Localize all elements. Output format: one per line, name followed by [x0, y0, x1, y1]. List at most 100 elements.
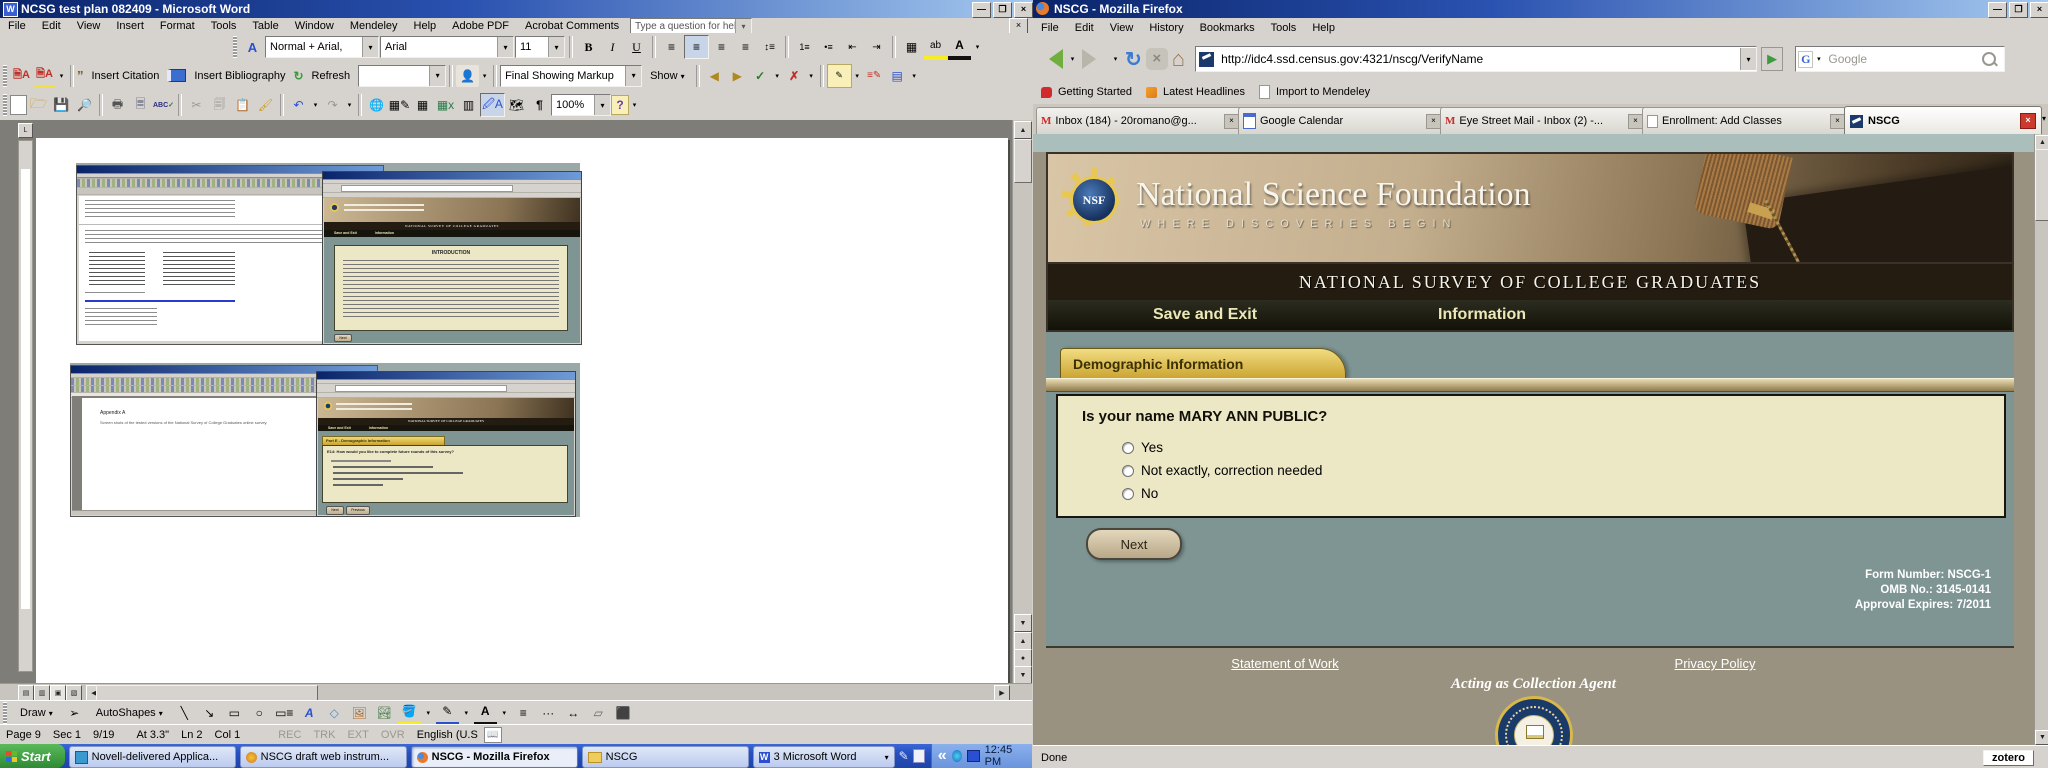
clip-art-button[interactable]: 🖼: [348, 702, 371, 724]
address-dropdown-icon[interactable]: ▾: [1740, 48, 1756, 70]
go-button[interactable]: ▶: [1761, 47, 1783, 71]
line-spacing-button[interactable]: ↕≡: [758, 36, 781, 58]
reject-dropdown-icon[interactable]: ▾: [806, 65, 817, 87]
taskbar-item-nscg-draft[interactable]: NSCG draft web instrum...: [240, 746, 407, 768]
zoom-combo[interactable]: 100%▾: [551, 94, 611, 116]
convert-to-pdf-icon[interactable]: 🗎A: [10, 65, 33, 87]
threed-style-button[interactable]: ⬛: [612, 702, 635, 724]
search-magnifier-icon[interactable]: [1982, 52, 1996, 66]
option-label[interactable]: No: [1141, 486, 1158, 501]
ff-menu-history[interactable]: History: [1141, 21, 1191, 35]
text-box-button[interactable]: ▭≡: [273, 702, 296, 724]
pane-dropdown-icon[interactable]: ▾: [909, 65, 920, 87]
statement-of-work-link[interactable]: Statement of Work: [1195, 656, 1375, 671]
redo-button[interactable]: ↷: [321, 94, 344, 116]
font-color-button[interactable]: A: [948, 34, 971, 60]
status-rec[interactable]: REC: [272, 727, 307, 743]
radio-no[interactable]: [1122, 488, 1134, 500]
wordart-button[interactable]: A: [298, 702, 321, 724]
word-restore-button[interactable]: ❐: [993, 2, 1012, 18]
redo-dropdown-icon[interactable]: ▾: [344, 94, 355, 116]
comment-dropdown-icon[interactable]: ▾: [852, 65, 863, 87]
nav-information[interactable]: Information: [1438, 306, 1526, 324]
web-layout-view-button[interactable]: ▥: [34, 685, 50, 701]
option-row-yes[interactable]: Yes: [1122, 440, 1163, 455]
normal-view-button[interactable]: ▤: [18, 685, 34, 701]
tab-close-icon[interactable]: ×: [1426, 114, 1441, 129]
network-icon[interactable]: [952, 750, 963, 762]
style-combo[interactable]: Normal + Arial,▾: [265, 36, 379, 58]
tab-close-icon[interactable]: ×: [1628, 114, 1643, 129]
styles-pane-icon[interactable]: A: [241, 36, 264, 58]
decrease-indent-button[interactable]: ⇤: [841, 36, 864, 58]
reviewer-icon[interactable]: 👤: [456, 65, 479, 87]
ff-menu-file[interactable]: File: [1033, 21, 1067, 35]
word-menu-help[interactable]: Help: [406, 19, 445, 33]
bold-button[interactable]: B: [577, 36, 600, 58]
reload-icon[interactable]: ↻: [1125, 47, 1142, 72]
page-scroll-thumb[interactable]: [2035, 149, 2048, 221]
word-group-dropdown-icon[interactable]: ▾: [885, 753, 889, 762]
bulleted-list-button[interactable]: •≡: [817, 36, 840, 58]
toolbar-grip[interactable]: [3, 65, 7, 87]
start-button[interactable]: Start: [0, 744, 65, 768]
word-menu-insert[interactable]: Insert: [108, 19, 152, 33]
show-hide-pilcrow-button[interactable]: ¶: [528, 94, 551, 116]
tab-google-calendar[interactable]: Google Calendar ×: [1238, 107, 1446, 134]
draw-menu-button[interactable]: Draw ▾: [12, 706, 61, 720]
tablet-pen-icon[interactable]: ✎: [899, 749, 909, 763]
firefox-restore-button[interactable]: ❐: [2009, 2, 2028, 18]
tab-close-icon[interactable]: ×: [1830, 114, 1845, 129]
shadow-style-button[interactable]: ▱: [587, 702, 610, 724]
select-objects-button[interactable]: ➢: [63, 702, 86, 724]
status-ext[interactable]: EXT: [341, 727, 374, 743]
word-minimize-button[interactable]: —: [972, 2, 991, 18]
word-menu-tools[interactable]: Tools: [203, 19, 245, 33]
ff-menu-help[interactable]: Help: [1304, 21, 1343, 35]
paste-button[interactable]: 📋: [231, 94, 254, 116]
tab-nscg-active[interactable]: NSCG ×: [1844, 106, 2042, 135]
insert-hyperlink-button[interactable]: 🌐: [365, 94, 388, 116]
taskbar-item-word-group[interactable]: W 3 Microsoft Word ▾: [753, 746, 895, 768]
option-label[interactable]: Yes: [1141, 440, 1163, 455]
arrow-button[interactable]: ↘: [198, 702, 221, 724]
undo-dropdown-icon[interactable]: ▾: [310, 94, 321, 116]
address-bar[interactable]: http://idc4.ssd.census.gov:4321/nscg/Ver…: [1195, 46, 1757, 72]
display-icon[interactable]: [967, 750, 980, 762]
browse-next-button[interactable]: ▼: [1014, 666, 1032, 684]
taskbar-item-nscg-folder[interactable]: NSCG: [582, 746, 749, 768]
radio-yes[interactable]: [1122, 442, 1134, 454]
ff-menu-tools[interactable]: Tools: [1263, 21, 1305, 35]
search-box[interactable]: G ▾ Google: [1795, 46, 2005, 72]
word-titlebar[interactable]: W NCSG test plan 082409 - Microsoft Word…: [0, 0, 1036, 18]
bookmark-latest-headlines[interactable]: Latest Headlines: [1163, 86, 1245, 98]
firefox-minimize-button[interactable]: —: [1988, 2, 2007, 18]
rectangle-button[interactable]: ▭: [223, 702, 246, 724]
word-menu-adobe-pdf[interactable]: Adobe PDF: [444, 19, 517, 33]
insert-comment-button[interactable]: ✎: [827, 64, 852, 88]
firefox-close-button[interactable]: ×: [2030, 2, 2048, 18]
underline-button[interactable]: U: [625, 36, 648, 58]
page-scroll-down[interactable]: ▼: [2035, 730, 2048, 745]
status-trk[interactable]: TRK: [307, 727, 341, 743]
option-label[interactable]: Not exactly, correction needed: [1141, 463, 1322, 478]
ff-menu-edit[interactable]: Edit: [1067, 21, 1102, 35]
tab-close-icon[interactable]: ×: [1224, 114, 1239, 129]
scroll-thumb[interactable]: [1014, 139, 1032, 183]
word-menu-table[interactable]: Table: [244, 19, 286, 33]
home-icon[interactable]: ⌂: [1172, 46, 1185, 72]
pdf-dropdown-icon[interactable]: ▾: [56, 65, 67, 87]
markup-mode-combo[interactable]: Final Showing Markup▾: [500, 65, 642, 87]
forward-icon[interactable]: [1082, 49, 1106, 69]
align-left-button[interactable]: ≡: [660, 36, 683, 58]
forward-dropdown-icon[interactable]: ▾: [1110, 48, 1121, 70]
privacy-policy-link[interactable]: Privacy Policy: [1625, 656, 1805, 671]
insert-table-button[interactable]: ▦: [411, 94, 434, 116]
numbered-list-button[interactable]: 1≡: [793, 36, 816, 58]
next-button[interactable]: Next: [1086, 528, 1182, 560]
line-button[interactable]: ╲: [173, 702, 196, 724]
print-button[interactable]: 🖶: [106, 94, 129, 116]
option-row-not-exactly[interactable]: Not exactly, correction needed: [1122, 463, 1322, 478]
save-button[interactable]: 💾: [50, 94, 73, 116]
ff-menu-bookmarks[interactable]: Bookmarks: [1192, 21, 1263, 35]
